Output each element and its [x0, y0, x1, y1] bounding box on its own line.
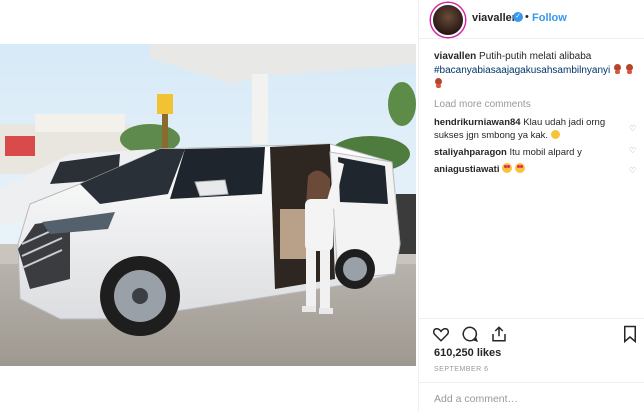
header-separator: •: [525, 11, 529, 23]
girl-emoji-icon: [613, 64, 622, 74]
post-header: viavallen ✓ • Follow: [419, 0, 644, 39]
comment-item: hendrikurniawan84 Klau udah jadi orng su…: [434, 116, 624, 142]
post-media-area: [0, 0, 418, 411]
post-author-username[interactable]: viavallen: [472, 12, 518, 24]
comment-item: staliyahparagon Itu mobil alpard y: [434, 146, 624, 159]
girl-emoji-icon: [625, 64, 634, 74]
girl-emoji-icon: [434, 78, 443, 88]
caption-text: Putih-putih melati alibaba: [479, 51, 592, 62]
add-comment-input[interactable]: Add a comment…: [434, 393, 518, 405]
comment-like-heart-icon[interactable]: ♡: [629, 124, 636, 133]
follow-button[interactable]: Follow: [532, 12, 567, 24]
post-date: SEPTEMBER 6: [434, 366, 489, 373]
caption-hashtag[interactable]: #bacanyabiasaajagakusahsambilnyanyi: [434, 65, 610, 76]
caption-username[interactable]: viavallen: [434, 51, 476, 62]
comment-text: Itu mobil alpard y: [509, 147, 582, 158]
post-sidebar: viavallen ✓ • Follow viavallen Putih-put…: [418, 0, 644, 411]
smile-emoji-icon: [550, 130, 560, 139]
bookmark-icon[interactable]: [622, 325, 638, 348]
verified-badge-icon: ✓: [513, 12, 523, 22]
comment-item: aniagustiawati: [434, 163, 624, 176]
avatar[interactable]: [431, 3, 465, 37]
add-comment-bar: Add a comment…: [419, 382, 644, 412]
comment-icon[interactable]: [461, 325, 479, 348]
likes-count[interactable]: 610,250 likes: [434, 347, 501, 359]
comment-username[interactable]: hendrikurniawan84: [434, 117, 521, 128]
load-more-comments-button[interactable]: Load more comments: [434, 99, 531, 110]
heart-eyes-emoji-icon: [514, 163, 525, 173]
post-actions: [419, 318, 644, 349]
caption: viavallen Putih-putih melati alibaba #ba…: [434, 50, 639, 92]
heart-icon[interactable]: [432, 325, 450, 348]
post-photo[interactable]: [0, 44, 416, 366]
comment-username[interactable]: aniagustiawati: [434, 164, 499, 175]
comment-username[interactable]: staliyahparagon: [434, 147, 507, 158]
comment-like-heart-icon[interactable]: ♡: [629, 146, 636, 155]
heart-eyes-emoji-icon: [502, 163, 513, 173]
comment-like-heart-icon[interactable]: ♡: [629, 166, 636, 175]
share-icon[interactable]: [490, 325, 508, 348]
